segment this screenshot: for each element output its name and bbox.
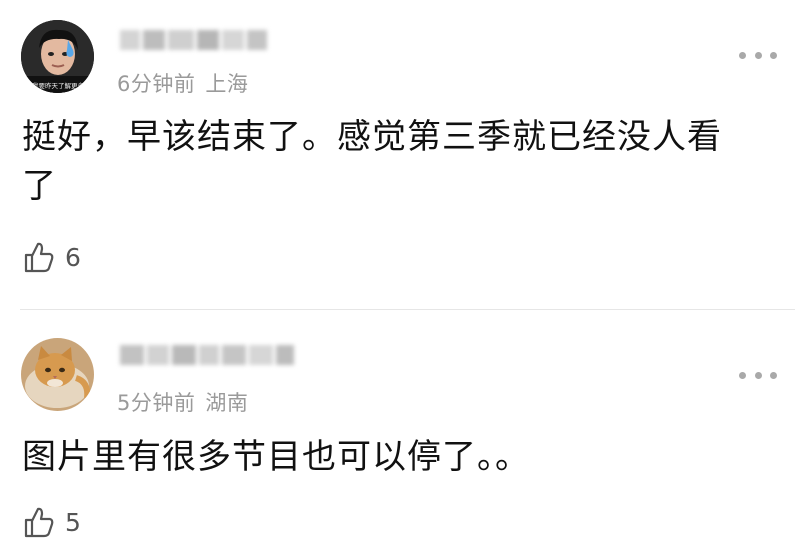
comment-location: 上海 (205, 72, 249, 96)
thumbs-up-icon (24, 242, 54, 273)
comment-time: 5分钟前 (117, 391, 196, 415)
comment-meta: 6分钟前 上海 (117, 68, 248, 98)
more-dot-icon (739, 51, 746, 59)
comment-time: 6分钟前 (117, 72, 196, 96)
more-dot-icon (770, 51, 777, 59)
like-button[interactable]: 5 (22, 504, 81, 540)
more-dot-icon (754, 51, 762, 59)
more-dot-icon (739, 371, 746, 379)
like-count: 5 (65, 507, 81, 537)
username-redacted[interactable] (117, 340, 294, 370)
avatar[interactable] (21, 338, 94, 411)
avatar[interactable]: 我要昨天了解更多 (21, 20, 94, 93)
more-options-button[interactable] (739, 48, 777, 62)
like-button[interactable]: 6 (22, 239, 81, 275)
more-dot-icon (770, 371, 777, 379)
comment-item: 5分钟前 湖南 图片里有很多节目也可以停了。。 5 (0, 310, 795, 552)
comment-text: 挺好，早该结束了。感觉第三季就已经没人看 了 (22, 113, 762, 211)
cat-avatar-icon (21, 338, 94, 411)
comment-list: 我要昨天了解更多 6分钟前上海 挺好，早该结束了。感觉第三季就已经没人看 了 (0, 0, 795, 552)
more-dot-icon (754, 371, 762, 379)
username-redacted[interactable] (117, 25, 267, 55)
comment-text: 图片里有很多节目也可以停了。。 (22, 433, 762, 482)
comment-text-line: 图片里有很多节目也可以停了。。 (22, 437, 530, 477)
comment-meta: 5分钟前 湖南 (117, 387, 248, 417)
comment-text-line: 了 (22, 166, 57, 206)
thumbs-up-icon (24, 507, 54, 538)
more-options-button[interactable] (739, 368, 777, 382)
avatar-caption: 我要昨天了解更多 (32, 81, 85, 90)
comment-location: 湖南 (205, 391, 249, 415)
comment-text-line: 挺好，早该结束了。感觉第三季就已经没人看 (22, 117, 722, 157)
comment-item: 我要昨天了解更多 6分钟前上海 挺好，早该结束了。感觉第三季就已经没人看 了 (0, 0, 795, 308)
person-avatar-icon: 我要昨天了解更多 (21, 20, 94, 93)
like-count: 6 (65, 242, 81, 272)
